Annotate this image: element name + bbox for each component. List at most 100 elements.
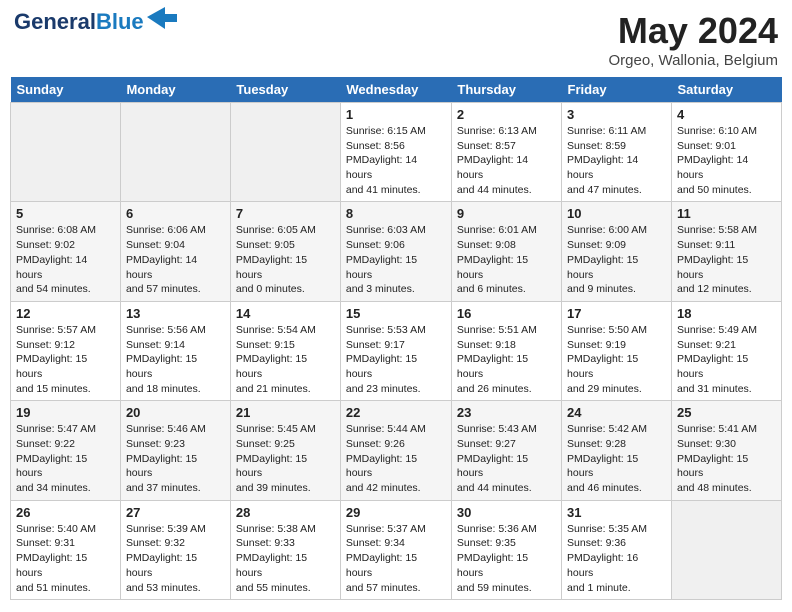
day-cell: 6 Sunrise: 6:06 AMSunset: 9:04 PMDaylight…	[120, 202, 230, 301]
cell-content: Sunrise: 6:00 AMSunset: 9:09 PMDaylight:…	[567, 223, 666, 296]
day-number: 15	[346, 306, 446, 321]
header-cell-sunday: Sunday	[11, 77, 121, 103]
day-number: 10	[567, 206, 666, 221]
day-cell: 1 Sunrise: 6:15 AMSunset: 8:56 PMDaylight…	[340, 103, 451, 202]
day-cell: 4 Sunrise: 6:10 AMSunset: 9:01 PMDaylight…	[672, 103, 782, 202]
cell-content: Sunrise: 5:35 AMSunset: 9:36 PMDaylight:…	[567, 522, 666, 595]
cell-content: Sunrise: 5:43 AMSunset: 9:27 PMDaylight:…	[457, 422, 556, 495]
cell-content: Sunrise: 5:41 AMSunset: 9:30 PMDaylight:…	[677, 422, 776, 495]
cell-content: Sunrise: 5:40 AMSunset: 9:31 PMDaylight:…	[16, 522, 115, 595]
cell-content: Sunrise: 5:56 AMSunset: 9:14 PMDaylight:…	[126, 323, 225, 396]
day-number: 12	[16, 306, 115, 321]
cell-content: Sunrise: 6:01 AMSunset: 9:08 PMDaylight:…	[457, 223, 556, 296]
day-cell	[11, 103, 121, 202]
day-number: 30	[457, 505, 556, 520]
week-row-2: 5 Sunrise: 6:08 AMSunset: 9:02 PMDaylight…	[11, 202, 782, 301]
cell-content: Sunrise: 5:45 AMSunset: 9:25 PMDaylight:…	[236, 422, 335, 495]
header-row: SundayMondayTuesdayWednesdayThursdayFrid…	[11, 77, 782, 103]
day-cell: 12 Sunrise: 5:57 AMSunset: 9:12 PMDayligh…	[11, 301, 121, 400]
month-title: May 2024	[608, 10, 778, 52]
header-cell-wednesday: Wednesday	[340, 77, 451, 103]
day-number: 4	[677, 107, 776, 122]
cell-content: Sunrise: 5:49 AMSunset: 9:21 PMDaylight:…	[677, 323, 776, 396]
day-number: 25	[677, 405, 776, 420]
day-cell: 19Sunrise: 5:47 AMSunset: 9:22 PMDayligh…	[11, 401, 121, 500]
header-cell-thursday: Thursday	[451, 77, 561, 103]
day-cell: 7 Sunrise: 6:05 AMSunset: 9:05 PMDaylight…	[230, 202, 340, 301]
cell-content: Sunrise: 6:06 AMSunset: 9:04 PMDaylight:…	[126, 223, 225, 296]
day-cell: 22Sunrise: 5:44 AMSunset: 9:26 PMDayligh…	[340, 401, 451, 500]
day-number: 5	[16, 206, 115, 221]
logo: GeneralBlue	[14, 10, 177, 34]
cell-content: Sunrise: 5:50 AMSunset: 9:19 PMDaylight:…	[567, 323, 666, 396]
day-cell: 2 Sunrise: 6:13 AMSunset: 8:57 PMDaylight…	[451, 103, 561, 202]
day-cell: 28 Sunrise: 5:38 AMSunset: 9:33 PMDayligh…	[230, 500, 340, 599]
week-row-4: 19Sunrise: 5:47 AMSunset: 9:22 PMDayligh…	[11, 401, 782, 500]
day-number: 21	[236, 405, 335, 420]
location: Orgeo, Wallonia, Belgium	[608, 52, 778, 69]
day-cell: 14 Sunrise: 5:54 AMSunset: 9:15 PMDayligh…	[230, 301, 340, 400]
cell-content: Sunrise: 6:08 AMSunset: 9:02 PMDaylight:…	[16, 223, 115, 296]
day-cell: 29 Sunrise: 5:37 AMSunset: 9:34 PMDayligh…	[340, 500, 451, 599]
day-cell: 5 Sunrise: 6:08 AMSunset: 9:02 PMDaylight…	[11, 202, 121, 301]
day-number: 16	[457, 306, 556, 321]
day-cell: 25 Sunrise: 5:41 AMSunset: 9:30 PMDayligh…	[672, 401, 782, 500]
day-cell: 26Sunrise: 5:40 AMSunset: 9:31 PMDayligh…	[11, 500, 121, 599]
day-cell	[672, 500, 782, 599]
day-number: 22	[346, 405, 446, 420]
header-cell-saturday: Saturday	[672, 77, 782, 103]
cell-content: Sunrise: 6:10 AMSunset: 9:01 PMDaylight:…	[677, 124, 776, 197]
day-cell: 15 Sunrise: 5:53 AMSunset: 9:17 PMDayligh…	[340, 301, 451, 400]
cell-content: Sunrise: 5:39 AMSunset: 9:32 PMDaylight:…	[126, 522, 225, 595]
day-number: 29	[346, 505, 446, 520]
day-number: 19	[16, 405, 115, 420]
day-cell: 11 Sunrise: 5:58 AMSunset: 9:11 PMDayligh…	[672, 202, 782, 301]
day-number: 2	[457, 107, 556, 122]
day-cell: 10 Sunrise: 6:00 AMSunset: 9:09 PMDayligh…	[562, 202, 672, 301]
day-cell: 27Sunrise: 5:39 AMSunset: 9:32 PMDayligh…	[120, 500, 230, 599]
day-number: 14	[236, 306, 335, 321]
header-cell-tuesday: Tuesday	[230, 77, 340, 103]
day-cell: 24 Sunrise: 5:42 AMSunset: 9:28 PMDayligh…	[562, 401, 672, 500]
day-cell: 31 Sunrise: 5:35 AMSunset: 9:36 PMDayligh…	[562, 500, 672, 599]
cell-content: Sunrise: 5:54 AMSunset: 9:15 PMDaylight:…	[236, 323, 335, 396]
cell-content: Sunrise: 6:03 AMSunset: 9:06 PMDaylight:…	[346, 223, 446, 296]
week-row-1: 1 Sunrise: 6:15 AMSunset: 8:56 PMDaylight…	[11, 103, 782, 202]
logo-text: GeneralBlue	[14, 10, 144, 34]
day-number: 28	[236, 505, 335, 520]
day-number: 13	[126, 306, 225, 321]
day-number: 18	[677, 306, 776, 321]
page-header: GeneralBlue May 2024 Orgeo, Wallonia, Be…	[10, 10, 782, 69]
logo-icon	[147, 7, 177, 29]
cell-content: Sunrise: 5:38 AMSunset: 9:33 PMDaylight:…	[236, 522, 335, 595]
title-block: May 2024 Orgeo, Wallonia, Belgium	[608, 10, 778, 69]
header-cell-monday: Monday	[120, 77, 230, 103]
day-cell	[230, 103, 340, 202]
day-number: 24	[567, 405, 666, 420]
cell-content: Sunrise: 5:53 AMSunset: 9:17 PMDaylight:…	[346, 323, 446, 396]
cell-content: Sunrise: 5:36 AMSunset: 9:35 PMDaylight:…	[457, 522, 556, 595]
cell-content: Sunrise: 5:51 AMSunset: 9:18 PMDaylight:…	[457, 323, 556, 396]
week-row-3: 12 Sunrise: 5:57 AMSunset: 9:12 PMDayligh…	[11, 301, 782, 400]
cell-content: Sunrise: 5:42 AMSunset: 9:28 PMDaylight:…	[567, 422, 666, 495]
day-number: 20	[126, 405, 225, 420]
day-cell: 20 Sunrise: 5:46 AMSunset: 9:23 PMDayligh…	[120, 401, 230, 500]
day-number: 11	[677, 206, 776, 221]
cell-content: Sunrise: 5:46 AMSunset: 9:23 PMDaylight:…	[126, 422, 225, 495]
cell-content: Sunrise: 5:57 AMSunset: 9:12 PMDaylight:…	[16, 323, 115, 396]
day-cell: 18 Sunrise: 5:49 AMSunset: 9:21 PMDayligh…	[672, 301, 782, 400]
day-number: 31	[567, 505, 666, 520]
cell-content: Sunrise: 6:13 AMSunset: 8:57 PMDaylight:…	[457, 124, 556, 197]
week-row-5: 26Sunrise: 5:40 AMSunset: 9:31 PMDayligh…	[11, 500, 782, 599]
day-number: 6	[126, 206, 225, 221]
cell-content: Sunrise: 6:15 AMSunset: 8:56 PMDaylight:…	[346, 124, 446, 197]
cell-content: Sunrise: 5:37 AMSunset: 9:34 PMDaylight:…	[346, 522, 446, 595]
day-number: 9	[457, 206, 556, 221]
day-number: 17	[567, 306, 666, 321]
day-number: 1	[346, 107, 446, 122]
day-cell: 21 Sunrise: 5:45 AMSunset: 9:25 PMDayligh…	[230, 401, 340, 500]
cell-content: Sunrise: 5:58 AMSunset: 9:11 PMDaylight:…	[677, 223, 776, 296]
day-number: 7	[236, 206, 335, 221]
cell-content: Sunrise: 6:05 AMSunset: 9:05 PMDaylight:…	[236, 223, 335, 296]
day-number: 23	[457, 405, 556, 420]
